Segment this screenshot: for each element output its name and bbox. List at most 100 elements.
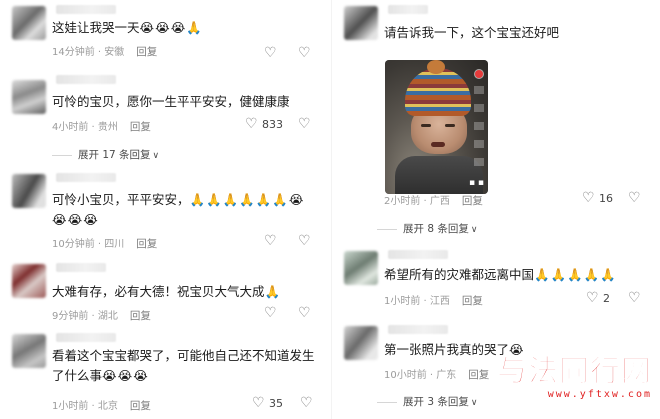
comment-item: 大难有存，必有大德！祝宝贝大气大成🙏 9分钟前 · 湖北 回复 ♡ ♡: [12, 263, 318, 324]
comment-time: 9分钟前: [52, 311, 89, 322]
comment-meta: 10小时前 · 广东 回复: [384, 369, 490, 381]
comment-location: 四川: [104, 239, 125, 250]
more-dots-icon: ▪ ▪: [468, 178, 484, 188]
like-count: 2: [603, 292, 610, 305]
comment-body: 请告诉我一下，这个宝宝还好吧: [384, 25, 560, 40]
comment-meta: 14分钟前 · 安徽 回复: [52, 46, 158, 58]
avatar[interactable]: [344, 6, 378, 40]
like-count: 35: [269, 397, 283, 410]
divider-line: [377, 401, 397, 403]
comment-meta: 1小时前 · 江西 回复: [384, 295, 483, 307]
heart-icon[interactable]: ♡: [264, 234, 277, 248]
emoji-run: 😭😭😭🙏: [139, 20, 203, 35]
comment-location: 湖北: [97, 311, 118, 322]
expand-replies-button[interactable]: 展开 8 条回复 ∨: [377, 221, 477, 236]
comment-item: 可怜的宝贝，愿你一生平平安安，健健康康 4小时前 · 贵州 回复 ♡ 833 ♡: [12, 75, 318, 138]
heart-icon[interactable]: ♡: [264, 46, 277, 60]
expand-replies-label: 展开 8 条回复: [403, 223, 469, 235]
emoji-run: 🙏: [264, 284, 282, 299]
comment-location: 贵州: [97, 122, 118, 133]
comment-item: 可怜小宝贝，平平安安，🙏🙏🙏🙏🙏🙏😭 😭😭😭 10分钟前 · 四川 回复 ♡ ♡: [12, 173, 318, 252]
avatar[interactable]: [12, 334, 46, 368]
expand-replies-button[interactable]: 展开 3 条回复 ∨: [377, 394, 477, 409]
photo-body: [395, 156, 483, 194]
avatar[interactable]: [12, 80, 46, 114]
comment-body: 这娃让我哭一天: [52, 20, 140, 35]
username-blurred[interactable]: [56, 75, 116, 84]
comment-time: 1小时前: [52, 401, 89, 412]
like-count: 16: [599, 192, 613, 205]
photo-eye: [421, 124, 431, 127]
avatar[interactable]: [12, 6, 46, 40]
heart-icon[interactable]: ♡: [586, 291, 599, 305]
username-blurred[interactable]: [388, 5, 428, 14]
broken-heart-icon[interactable]: ♡: [298, 306, 311, 320]
reply-button[interactable]: 回复: [462, 295, 483, 307]
watermark-title: 与法同行网: [497, 354, 652, 389]
comment-body: 希望所有的灾难都远离中国: [384, 267, 535, 282]
comment-photo[interactable]: ▪ ▪: [385, 60, 488, 194]
comment-time: 14分钟前: [52, 47, 95, 58]
reply-button[interactable]: 回复: [468, 369, 489, 381]
comment-time: 2小时前: [384, 196, 421, 207]
reply-button[interactable]: 回复: [130, 400, 151, 412]
avatar[interactable]: [12, 174, 46, 208]
username-blurred[interactable]: [56, 333, 116, 342]
chevron-down-icon: ∨: [152, 151, 160, 161]
comment-item: 看着这个宝宝都哭了，可能他自己还不知道发生了什么事😭😭😭 1小时前 · 北京 回复…: [12, 333, 320, 416]
photo-eye: [445, 124, 455, 127]
comment-text: 这娃让我哭一天😭😭😭🙏: [52, 18, 203, 38]
username-blurred[interactable]: [56, 263, 106, 272]
expand-replies-button[interactable]: 展开 17 条回复 ∨: [52, 147, 159, 162]
broken-heart-icon[interactable]: ♡: [298, 234, 311, 248]
comment-meta: 1小时前 · 北京 回复: [52, 400, 151, 412]
emoji-run: 😭😭😭: [102, 368, 149, 383]
comment-location: 安徽: [104, 47, 125, 58]
heart-icon[interactable]: ♡: [582, 191, 595, 205]
comment-body: 第一张照片我真的哭了: [384, 342, 510, 357]
avatar[interactable]: [344, 326, 378, 360]
username-blurred[interactable]: [388, 250, 448, 259]
photo-pompom: [427, 60, 445, 74]
comment-text: 大难有存，必有大德！祝宝贝大气大成🙏: [52, 282, 281, 302]
comment-text: 看着这个宝宝都哭了，可能他自己还不知道发生了什么事😭😭😭: [52, 346, 320, 386]
like-count: 833: [262, 118, 283, 131]
heart-icon[interactable]: ♡: [252, 396, 265, 410]
comment-text: 可怜小宝贝，平平安安，🙏🙏🙏🙏🙏🙏😭: [52, 190, 305, 210]
divider-line: [52, 154, 72, 156]
reply-button[interactable]: 回复: [130, 121, 151, 133]
photo-side-icons: [474, 86, 484, 170]
watermark-url: www.yftxw.com: [547, 389, 652, 400]
username-blurred[interactable]: [388, 325, 448, 334]
broken-heart-icon[interactable]: ♡: [628, 291, 641, 305]
broken-heart-icon[interactable]: ♡: [298, 117, 311, 131]
comment-location: 广西: [429, 196, 450, 207]
heart-icon[interactable]: ♡: [264, 306, 277, 320]
reply-button[interactable]: 回复: [462, 195, 483, 207]
chevron-down-icon: ∨: [470, 225, 478, 235]
avatar[interactable]: [344, 251, 378, 285]
comment-time: 10小时前: [384, 370, 427, 381]
comment-text: 希望所有的灾难都远离中国🙏🙏🙏🙏🙏: [384, 265, 617, 285]
comment-meta: 10分钟前 · 四川 回复: [52, 238, 158, 250]
broken-heart-icon[interactable]: ♡: [300, 396, 313, 410]
comment-time: 4小时前: [52, 122, 89, 133]
photo-mouth: [431, 142, 445, 147]
comment-body: 可怜小宝贝，平平安安，: [52, 192, 190, 207]
avatar[interactable]: [12, 264, 46, 298]
comment-item: 请告诉我一下，这个宝宝还好吧 ▪ ▪ 2小时前 · 广西 回复 ♡ 16 ♡: [344, 5, 648, 207]
reply-button[interactable]: 回复: [130, 310, 151, 322]
broken-heart-icon[interactable]: ♡: [298, 46, 311, 60]
live-dot-icon: [475, 70, 483, 78]
heart-icon[interactable]: ♡: [245, 117, 258, 131]
reply-button[interactable]: 回复: [136, 238, 157, 250]
comment-item: 希望所有的灾难都远离中国🙏🙏🙏🙏🙏 1小时前 · 江西 回复 ♡ 2 ♡: [344, 250, 648, 311]
username-blurred[interactable]: [56, 173, 116, 182]
reply-button[interactable]: 回复: [136, 46, 157, 58]
comment-time: 10分钟前: [52, 239, 95, 250]
username-blurred[interactable]: [56, 5, 116, 14]
broken-heart-icon[interactable]: ♡: [628, 191, 641, 205]
comment-column-left: 这娃让我哭一天😭😭😭🙏 14分钟前 · 安徽 回复 ♡ ♡ 可怜的宝贝，愿你一生平…: [0, 0, 330, 419]
comment-meta: 2小时前 · 广西 回复: [384, 195, 483, 207]
chevron-down-icon: ∨: [470, 398, 478, 408]
